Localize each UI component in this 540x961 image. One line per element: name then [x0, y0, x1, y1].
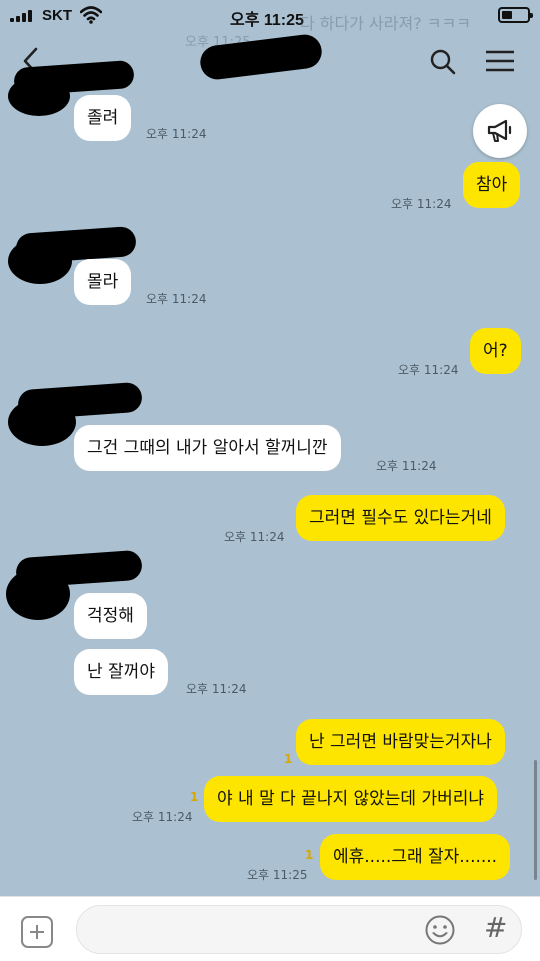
chat-scrollbar[interactable]	[534, 760, 537, 880]
megaphone-icon	[487, 119, 512, 142]
message-bubble-outgoing[interactable]: 참아	[463, 162, 521, 208]
battery-icon	[498, 7, 533, 23]
redacted-name-2	[15, 225, 137, 265]
message-bubble-incoming[interactable]: 걱정해	[74, 593, 147, 639]
status-time: 오후 11:25	[230, 12, 304, 29]
message-timestamp: 오후 11:24	[132, 810, 193, 824]
message-timestamp: 오후 11:24	[376, 459, 437, 473]
message-timestamp: 오후 11:24	[398, 363, 459, 377]
message-input-bar: #	[0, 896, 540, 961]
message-timestamp: 오후 11:24	[146, 292, 207, 306]
message-bubble-outgoing[interactable]: 난 그러면 바람맞는거자나	[296, 719, 505, 765]
message-timestamp: 오후 11:25	[247, 868, 308, 882]
message-bubble-outgoing[interactable]: 에휴.....그래 잘자.......	[320, 834, 511, 880]
message-timestamp: 오후 11:24	[186, 682, 247, 696]
message-timestamp: 오후 11:24	[146, 127, 207, 141]
message-bubble-outgoing[interactable]: 어?	[470, 328, 521, 374]
unread-count: 1	[284, 752, 293, 766]
unread-count: 1	[190, 790, 199, 804]
message-bubble-incoming[interactable]: 몰라	[74, 259, 132, 305]
hashtag-icon[interactable]: #	[484, 911, 507, 944]
emoji-icon[interactable]	[424, 914, 456, 946]
redacted-name-4	[15, 549, 143, 589]
plus-square-icon[interactable]	[21, 916, 53, 948]
message-timestamp: 오후 11:24	[391, 197, 452, 211]
search-icon[interactable]	[429, 48, 457, 76]
cellular-signal-icon	[10, 10, 36, 22]
wifi-icon	[80, 6, 102, 24]
redacted-name-3	[17, 381, 143, 421]
message-bubble-incoming[interactable]: 난 잘꺼야	[74, 649, 168, 695]
message-timestamp: 오후 11:24	[224, 530, 285, 544]
message-bubble-outgoing[interactable]: 그러면 필수도 있다는거네	[296, 495, 505, 541]
carrier-name: SKT	[42, 7, 72, 24]
ghost-message-preview: 다 하다가 사라져? ㅋㅋㅋ	[300, 14, 471, 33]
message-bubble-outgoing[interactable]: 야 내 말 다 끝나지 않았는데 가버리냐	[204, 776, 498, 822]
message-bubble-incoming[interactable]: 그건 그때의 내가 알아서 할꺼니깐	[74, 425, 341, 471]
notice-button[interactable]	[473, 104, 527, 158]
hamburger-menu-icon[interactable]	[485, 50, 515, 74]
unread-count: 1	[305, 848, 314, 862]
message-bubble-incoming[interactable]: 졸려	[74, 95, 132, 141]
